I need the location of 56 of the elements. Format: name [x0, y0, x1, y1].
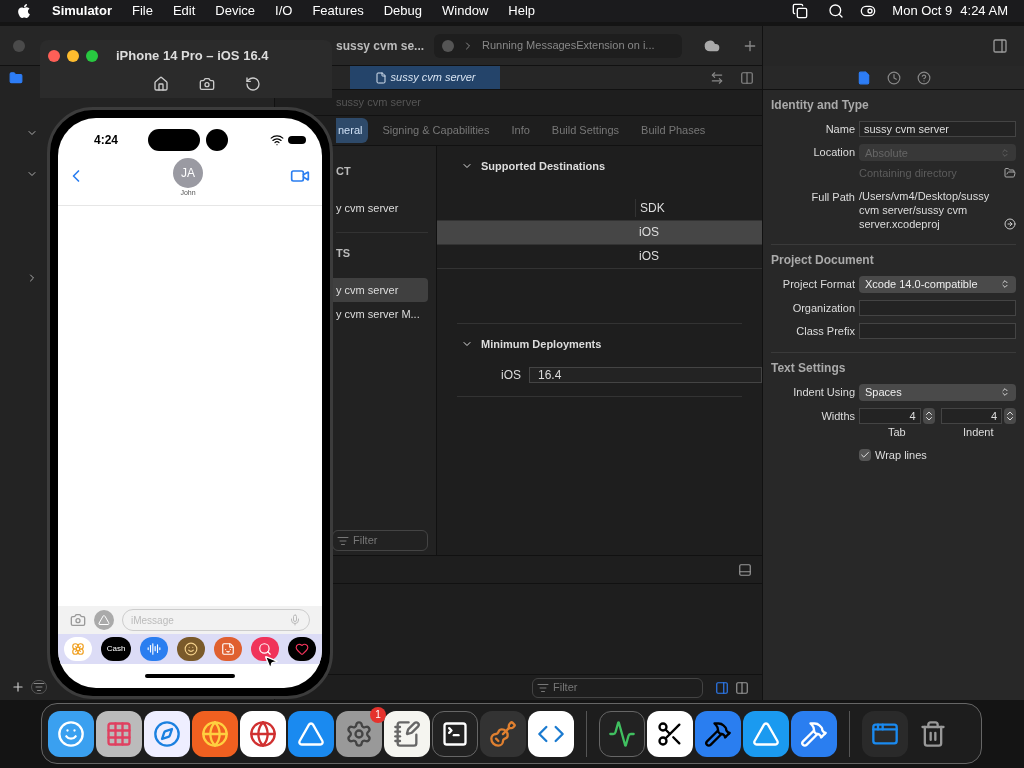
checkbox-label: Wrap lines: [875, 448, 927, 463]
filter-field[interactable]: Filter: [532, 677, 703, 698]
menu-time: 4:24 AM: [960, 2, 1008, 21]
indent-select[interactable]: Spaces: [859, 383, 1016, 401]
section-title: Supported Destinations: [481, 159, 606, 174]
field-label: Project Format: [781, 276, 855, 292]
editor-tab[interactable]: Info: [511, 122, 530, 139]
platform-label: iOS: [501, 367, 521, 384]
menu-item[interactable]: Debug: [383, 1, 423, 21]
target-item[interactable]: y cvm server: [332, 277, 428, 302]
project-title: sussy cvm se...: [336, 37, 425, 55]
file-tab[interactable]: sussy cvm server: [350, 66, 500, 89]
menu-item[interactable]: Device: [215, 1, 256, 21]
width-caption: Indent: [962, 424, 994, 440]
editor-tab[interactable]: neral: [336, 118, 369, 143]
menu-item[interactable]: Help: [508, 1, 536, 21]
menu-date: Mon Oct 9: [892, 2, 953, 21]
field-label: Location: [812, 145, 855, 160]
section-title: Project Document: [771, 243, 1016, 269]
menu-item[interactable]: Edit: [172, 1, 196, 21]
width-field[interactable]: 4: [940, 407, 1002, 424]
section-heading: TS: [336, 246, 352, 261]
destination-row[interactable]: iOS: [437, 244, 762, 269]
section-title: Text Settings: [771, 351, 1016, 377]
destination-row[interactable]: iOS: [437, 220, 762, 245]
field-label: Name: [824, 122, 855, 137]
editor-tab[interactable]: Build Settings: [551, 122, 620, 139]
status-time: 4:24: [94, 132, 119, 149]
column-header: SDK: [635, 199, 665, 217]
section-heading: CT: [336, 164, 352, 179]
target-item[interactable]: y cvm server M...: [332, 302, 428, 327]
width-field[interactable]: 4: [859, 407, 921, 424]
field-label: Organization: [791, 300, 855, 316]
activity-view: Running MessagesExtension on i...: [434, 33, 683, 58]
menu-item[interactable]: Features: [312, 1, 364, 21]
target-item[interactable]: y cvm server: [332, 195, 428, 220]
field-label: Class Prefix: [795, 323, 855, 339]
notification-badge: 1: [370, 706, 386, 723]
name-field[interactable]: sussy cvm server: [859, 121, 1016, 137]
version-field[interactable]: 16.4: [529, 367, 762, 383]
cash-app-pill[interactable]: Cash: [101, 637, 131, 661]
menu-item[interactable]: I/O: [275, 1, 293, 21]
editor-tab[interactable]: Signing & Capabilities: [382, 122, 490, 139]
section-title: Minimum Deployments: [481, 336, 602, 352]
editor-tab[interactable]: Build Phases: [641, 122, 706, 139]
path-text: /Users/vm4/Desktop/sussy cvm server/sussy cvm server.xcodeproj: [859, 188, 991, 231]
width-caption: Tab: [887, 424, 906, 440]
section-title: Identity and Type: [771, 97, 870, 114]
menu-item[interactable]: File: [131, 1, 153, 21]
format-select[interactable]: Xcode 14.0-compatible: [859, 275, 1016, 293]
field-label: Full Path: [810, 189, 855, 205]
menu-item[interactable]: Window: [442, 1, 489, 21]
field-label: Indent Using: [792, 384, 855, 400]
field-label: Widths: [820, 408, 855, 424]
window-title: iPhone 14 Pro – iOS 16.4: [116, 47, 269, 65]
menu-app-name[interactable]: Simulator: [52, 1, 112, 21]
